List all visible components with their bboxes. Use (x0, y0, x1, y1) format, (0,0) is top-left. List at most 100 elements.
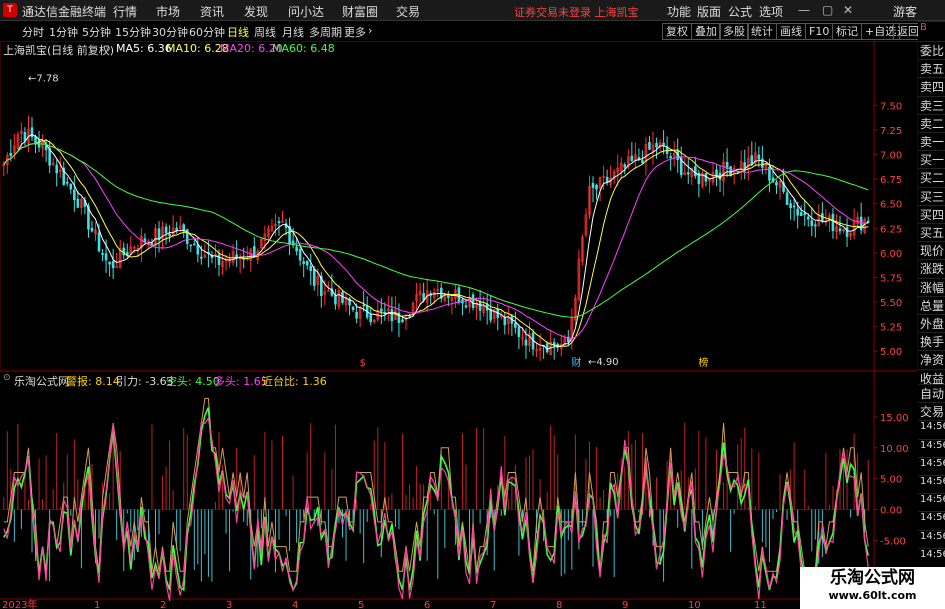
candle-body (369, 314, 373, 323)
menu-bar: T 通达信金融终端 行情 市场 资讯 发现 问小达 财富圈 交易 证券交易未登录… (0, 0, 945, 21)
candle-body (390, 309, 394, 322)
candle-body (757, 154, 761, 160)
candle-body (305, 260, 309, 266)
candle-body (637, 157, 641, 160)
right-panel-trade-item[interactable]: 自动 (918, 384, 945, 402)
candle-body (30, 127, 34, 138)
candle-body (464, 305, 468, 308)
candle-body (803, 213, 807, 216)
menu-item-layout[interactable]: 版面 (697, 3, 721, 20)
menu-item-formula[interactable]: 公式 (728, 3, 752, 20)
right-panel-trade-item: 14:56 (918, 456, 945, 475)
price-tick-label: 5.25 (880, 323, 902, 334)
candle-body (514, 323, 517, 328)
menu-item-markets[interactable]: 市场 (156, 3, 180, 20)
period-tab-more[interactable]: 更多 (344, 24, 366, 40)
price-tick-label: 6.00 (880, 249, 902, 260)
candle-body (298, 248, 302, 261)
right-panel-trade-item: 14:56 (918, 475, 945, 493)
multi-stock-button[interactable]: 多股 (719, 23, 749, 40)
right-panel-label: 涨幅 (918, 277, 945, 296)
close-icon[interactable]: ✕ (843, 3, 853, 17)
period-tab-30min[interactable]: 30分钟 (152, 24, 188, 40)
candle-body (73, 189, 76, 201)
candle-body (355, 311, 358, 319)
x-axis-label: 4 (292, 600, 298, 609)
right-panel-trade-item: 14:56 (918, 511, 945, 530)
menu-item-discover[interactable]: 发现 (244, 3, 268, 20)
price-tick-label: 7.25 (880, 126, 902, 137)
right-panel-label: 卖三 (918, 95, 945, 114)
candle-body (641, 160, 644, 164)
period-tab-15min[interactable]: 15分钟 (115, 24, 151, 40)
candle-body (810, 220, 814, 226)
period-tab-daily[interactable]: 日线 (227, 24, 249, 40)
title-dropdown-icon[interactable]: ⊙ (103, 44, 111, 54)
candle-body (694, 166, 697, 177)
login-warning[interactable]: 证券交易未登录 上海凯宝 (514, 4, 639, 20)
menu-item-trade[interactable]: 交易 (396, 3, 420, 20)
menu-item-market[interactable]: 行情 (113, 3, 137, 20)
candle-body (157, 228, 161, 240)
maximize-icon[interactable]: ▢ (822, 3, 833, 17)
candle-body (193, 243, 196, 246)
period-tab-monthly[interactable]: 月线 (282, 24, 304, 40)
candle-body (200, 256, 203, 259)
period-tab-5min[interactable]: 5分钟 (82, 24, 111, 40)
candle-body (90, 227, 94, 232)
price-tick-label: 7.00 (880, 150, 902, 161)
indicator-tick-label: 0.00 (880, 506, 902, 517)
x-axis-label: 1 (94, 600, 100, 609)
indicator-alert: 警报: 8.14 (66, 375, 120, 388)
candle-body (796, 208, 799, 216)
right-panel-label: 卖四 (918, 77, 945, 96)
stats-button[interactable]: 统计 (747, 23, 777, 40)
period-tab-multi[interactable]: 多周期 (309, 24, 342, 40)
right-panel-label: 总量 (918, 295, 945, 314)
overlay-button[interactable]: 叠加 (691, 23, 721, 40)
right-panel-label: 买三 (918, 186, 945, 205)
right-panel-label: 卖二 (918, 113, 945, 132)
x-axis-label: 8 (556, 600, 562, 609)
draw-button[interactable]: 画线 (776, 23, 806, 40)
candle-body (175, 227, 178, 231)
menu-item-news[interactable]: 资讯 (200, 3, 224, 20)
candle-body (789, 203, 792, 209)
minimize-icon[interactable]: — (798, 3, 810, 17)
period-tab-intraday[interactable]: 分时 (22, 24, 44, 40)
app-title: 通达信金融终端 (22, 5, 107, 19)
price-tick-label: 5.75 (880, 273, 902, 284)
menu-item-options[interactable]: 选项 (759, 3, 783, 20)
menu-item-ask[interactable]: 问小达 (288, 3, 324, 20)
right-panel-trade-item[interactable]: 交易 (918, 402, 945, 421)
candle-body (9, 152, 13, 157)
indicator-tick-label: -5.00 (880, 536, 906, 547)
candle-body (648, 141, 651, 150)
adjust-button[interactable]: 复权 (662, 23, 692, 40)
chart-area[interactable]: 7.50 7.25 7.00 6.75 6.50 6.25 6.00 5.75 5.50 5.25… (0, 41, 918, 609)
watermark-url: www.60lt.com (828, 589, 917, 602)
right-panel-label: 卖五 (918, 59, 945, 78)
candle-body (838, 228, 842, 232)
watermark-title: 乐淘公式网 (830, 568, 915, 588)
indicator-short: 空头: 4.50 (166, 375, 220, 388)
more-chevron-icon[interactable]: › (368, 24, 372, 37)
candle-body (775, 181, 778, 186)
indicator-ratio: 近台比: 1.36 (262, 375, 327, 388)
menu-item-wealth[interactable]: 财富圈 (342, 3, 378, 20)
f10-button[interactable]: F10 (805, 23, 834, 40)
candle-body (362, 304, 365, 307)
indicator-tick-label: 15.00 (880, 413, 909, 424)
period-tab-weekly[interactable]: 周线 (254, 24, 276, 40)
low-price-label: ←4.90 (588, 357, 619, 368)
mark-button[interactable]: 标记 (832, 23, 862, 40)
x-axis-label: 7 (490, 600, 496, 609)
menu-item-function[interactable]: 功能 (667, 3, 691, 20)
guest-label[interactable]: 游客 (893, 3, 917, 20)
period-tab-1min[interactable]: 1分钟 (49, 24, 78, 40)
indicator-title: 乐淘公式网 (14, 375, 69, 388)
candle-body (792, 205, 796, 208)
period-tab-60min[interactable]: 60分钟 (189, 24, 225, 40)
indicator-settings-icon[interactable]: ⊙ (3, 373, 11, 383)
price-tick-label: 5.50 (880, 298, 902, 309)
